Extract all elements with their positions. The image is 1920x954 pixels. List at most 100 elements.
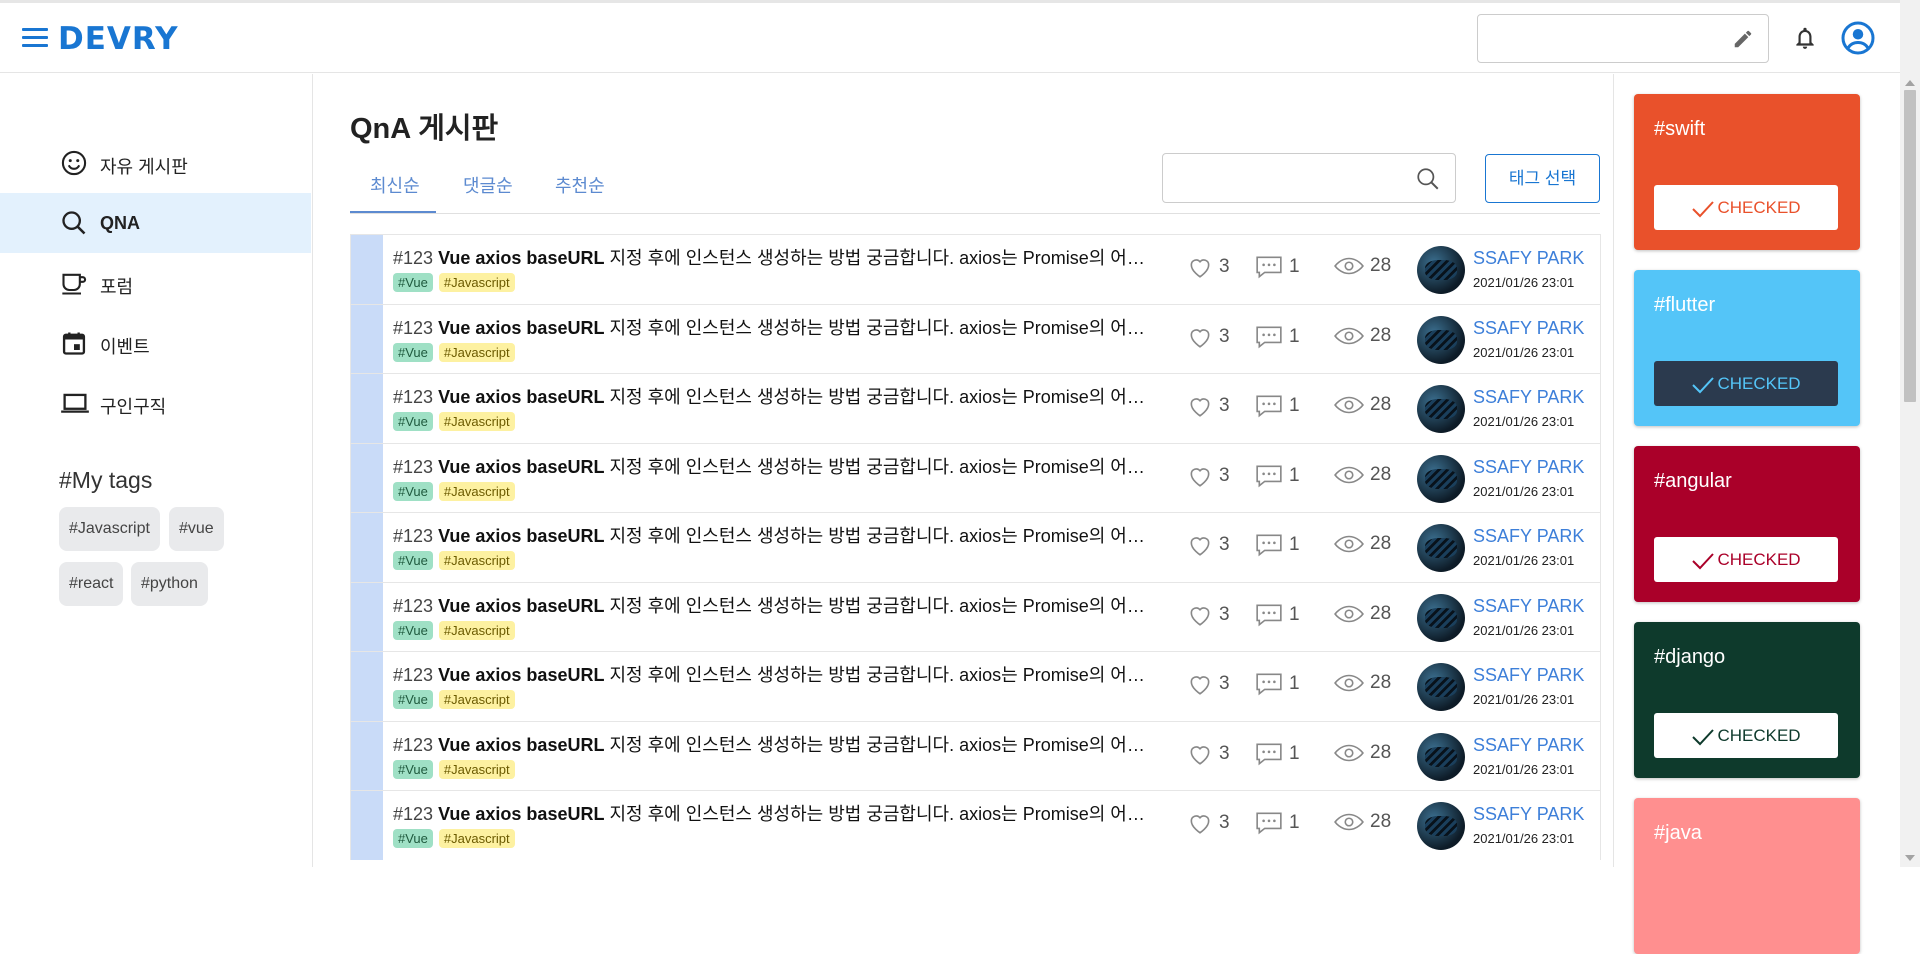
post-row[interactable]: #123 Vue axios baseURL 지정 후에 인스턴스 생성하는 방… xyxy=(350,790,1601,860)
post-row[interactable]: #123 Vue axios baseURL 지정 후에 인스턴스 생성하는 방… xyxy=(350,651,1601,721)
heart-icon[interactable] xyxy=(1187,255,1213,279)
checked-button[interactable]: CHECKED xyxy=(1654,361,1838,406)
author-name[interactable]: SSAFY PARK xyxy=(1473,387,1584,408)
sidebar-item-free-board[interactable]: 자유 게시판 xyxy=(0,133,311,193)
page-scrollbar[interactable] xyxy=(1900,0,1920,867)
post-title[interactable]: #123 Vue axios baseURL 지정 후에 인스턴스 생성하는 방… xyxy=(393,244,1148,270)
comment-icon[interactable] xyxy=(1255,742,1283,766)
comment-icon[interactable] xyxy=(1255,811,1283,835)
heart-icon[interactable] xyxy=(1187,325,1213,349)
tag-card[interactable]: #flutter CHECKED xyxy=(1634,270,1860,426)
my-tag-chip[interactable]: #react xyxy=(59,562,124,606)
comment-icon[interactable] xyxy=(1255,464,1283,488)
tag-card[interactable]: #swift CHECKED xyxy=(1634,94,1860,250)
comment-icon[interactable] xyxy=(1255,603,1283,627)
author-name[interactable]: SSAFY PARK xyxy=(1473,526,1584,547)
post-title[interactable]: #123 Vue axios baseURL 지정 후에 인스턴스 생성하는 방… xyxy=(393,383,1148,409)
my-tag-chip[interactable]: #python xyxy=(131,562,208,606)
author-avatar[interactable] xyxy=(1417,454,1465,503)
comment-icon[interactable] xyxy=(1255,672,1283,696)
post-title[interactable]: #123 Vue axios baseURL 지정 후에 인스턴스 생성하는 방… xyxy=(393,453,1148,479)
post-title[interactable]: #123 Vue axios baseURL 지정 후에 인스턴스 생성하는 방… xyxy=(393,800,1148,826)
tag-card[interactable]: #angular CHECKED xyxy=(1634,446,1860,602)
post-row[interactable]: #123 Vue axios baseURL 지정 후에 인스턴스 생성하는 방… xyxy=(350,303,1601,373)
sidebar-item-jobs[interactable]: 구인구직 xyxy=(0,373,311,433)
header-search-input[interactable] xyxy=(1477,14,1769,63)
logo[interactable]: DEVRY xyxy=(58,21,179,57)
author-avatar[interactable] xyxy=(1417,524,1465,572)
post-row[interactable]: #123 Vue axios baseURL 지정 후에 인스턴스 생성하는 방… xyxy=(350,512,1601,582)
author-name[interactable]: SSAFY PARK xyxy=(1473,665,1584,686)
author-name[interactable]: SSAFY PARK xyxy=(1473,318,1584,339)
my-tag-chip[interactable]: #Javascript xyxy=(59,507,160,551)
post-tag[interactable]: #Vue xyxy=(393,412,433,431)
author-avatar[interactable] xyxy=(1417,802,1465,850)
author-avatar[interactable] xyxy=(1417,732,1465,781)
search-icon[interactable] xyxy=(1415,166,1441,192)
heart-icon[interactable] xyxy=(1187,742,1213,766)
post-tag[interactable]: #Vue xyxy=(393,690,433,709)
post-row[interactable]: #123 Vue axios baseURL 지정 후에 인스턴스 생성하는 방… xyxy=(350,373,1601,443)
checked-button[interactable]: CHECKED xyxy=(1654,537,1838,582)
sidebar-item-event[interactable]: 이벤트 xyxy=(0,313,311,373)
scrollbar-thumb[interactable] xyxy=(1904,90,1916,402)
scroll-down-arrow[interactable] xyxy=(1905,855,1915,861)
heart-icon[interactable] xyxy=(1187,533,1213,557)
author-avatar[interactable] xyxy=(1417,385,1465,433)
heart-icon[interactable] xyxy=(1187,464,1213,488)
heart-icon[interactable] xyxy=(1187,672,1213,696)
checked-button[interactable]: CHECKED xyxy=(1654,713,1838,758)
post-tag[interactable]: #Javascript xyxy=(438,342,515,362)
tab-comments[interactable]: 댓글순 xyxy=(463,172,513,198)
post-title[interactable]: #123 Vue axios baseURL 지정 후에 인스턴스 생성하는 방… xyxy=(393,592,1148,618)
account-circle-icon[interactable] xyxy=(1840,20,1876,56)
post-row[interactable]: #123 Vue axios baseURL 지정 후에 인스턴스 생성하는 방… xyxy=(350,442,1601,512)
my-tag-chip[interactable]: #vue xyxy=(169,507,224,551)
tab-latest[interactable]: 최신순 xyxy=(370,172,420,198)
post-tag[interactable]: #Javascript xyxy=(438,690,515,709)
scroll-up-arrow[interactable] xyxy=(1905,80,1915,86)
post-tag[interactable]: #Vue xyxy=(393,620,433,640)
tag-card[interactable]: #django CHECKED xyxy=(1634,622,1860,778)
checked-button[interactable]: CHECKED xyxy=(1654,185,1838,230)
author-name[interactable]: SSAFY PARK xyxy=(1473,248,1584,269)
author-avatar[interactable] xyxy=(1417,663,1465,711)
author-avatar[interactable] xyxy=(1417,593,1465,642)
heart-icon[interactable] xyxy=(1187,394,1213,418)
post-tag[interactable]: #Javascript xyxy=(438,551,515,570)
author-name[interactable]: SSAFY PARK xyxy=(1473,457,1584,478)
author-name[interactable]: SSAFY PARK xyxy=(1473,804,1584,825)
tab-recommend[interactable]: 추천순 xyxy=(555,172,605,198)
pencil-icon[interactable] xyxy=(1732,28,1754,50)
heart-icon[interactable] xyxy=(1187,603,1213,627)
tag-card[interactable]: #java xyxy=(1634,798,1860,954)
author-name[interactable]: SSAFY PARK xyxy=(1473,735,1584,756)
author-avatar[interactable] xyxy=(1417,246,1465,294)
bell-icon[interactable] xyxy=(1792,24,1818,52)
post-tag[interactable]: #Vue xyxy=(393,759,433,779)
post-tag[interactable]: #Vue xyxy=(393,342,433,362)
post-tag[interactable]: #Javascript xyxy=(438,412,515,431)
sidebar-item-forum[interactable]: 포럼 xyxy=(0,253,311,313)
post-tag[interactable]: #Javascript xyxy=(438,759,515,779)
post-row[interactable]: #123 Vue axios baseURL 지정 후에 인스턴스 생성하는 방… xyxy=(350,720,1601,790)
comment-icon[interactable] xyxy=(1255,255,1283,279)
post-tag[interactable]: #Vue xyxy=(393,481,433,501)
sidebar-item-qna[interactable]: QNA xyxy=(0,193,311,253)
post-row[interactable]: #123 Vue axios baseURL 지정 후에 인스턴스 생성하는 방… xyxy=(350,234,1601,304)
post-title[interactable]: #123 Vue axios baseURL 지정 후에 인스턴스 생성하는 방… xyxy=(393,661,1148,687)
board-search-input[interactable] xyxy=(1162,153,1456,203)
post-title[interactable]: #123 Vue axios baseURL 지정 후에 인스턴스 생성하는 방… xyxy=(393,522,1148,548)
post-tag[interactable]: #Vue xyxy=(393,829,433,848)
comment-icon[interactable] xyxy=(1255,325,1283,349)
comment-icon[interactable] xyxy=(1255,533,1283,557)
comment-icon[interactable] xyxy=(1255,394,1283,418)
heart-icon[interactable] xyxy=(1187,811,1213,835)
post-tag[interactable]: #Vue xyxy=(393,273,433,292)
post-title[interactable]: #123 Vue axios baseURL 지정 후에 인스턴스 생성하는 방… xyxy=(393,731,1148,757)
post-tag[interactable]: #Javascript xyxy=(438,481,515,501)
post-tag[interactable]: #Javascript xyxy=(438,620,515,640)
author-name[interactable]: SSAFY PARK xyxy=(1473,596,1584,617)
post-tag[interactable]: #Javascript xyxy=(438,829,515,848)
post-tag[interactable]: #Javascript xyxy=(438,273,515,292)
